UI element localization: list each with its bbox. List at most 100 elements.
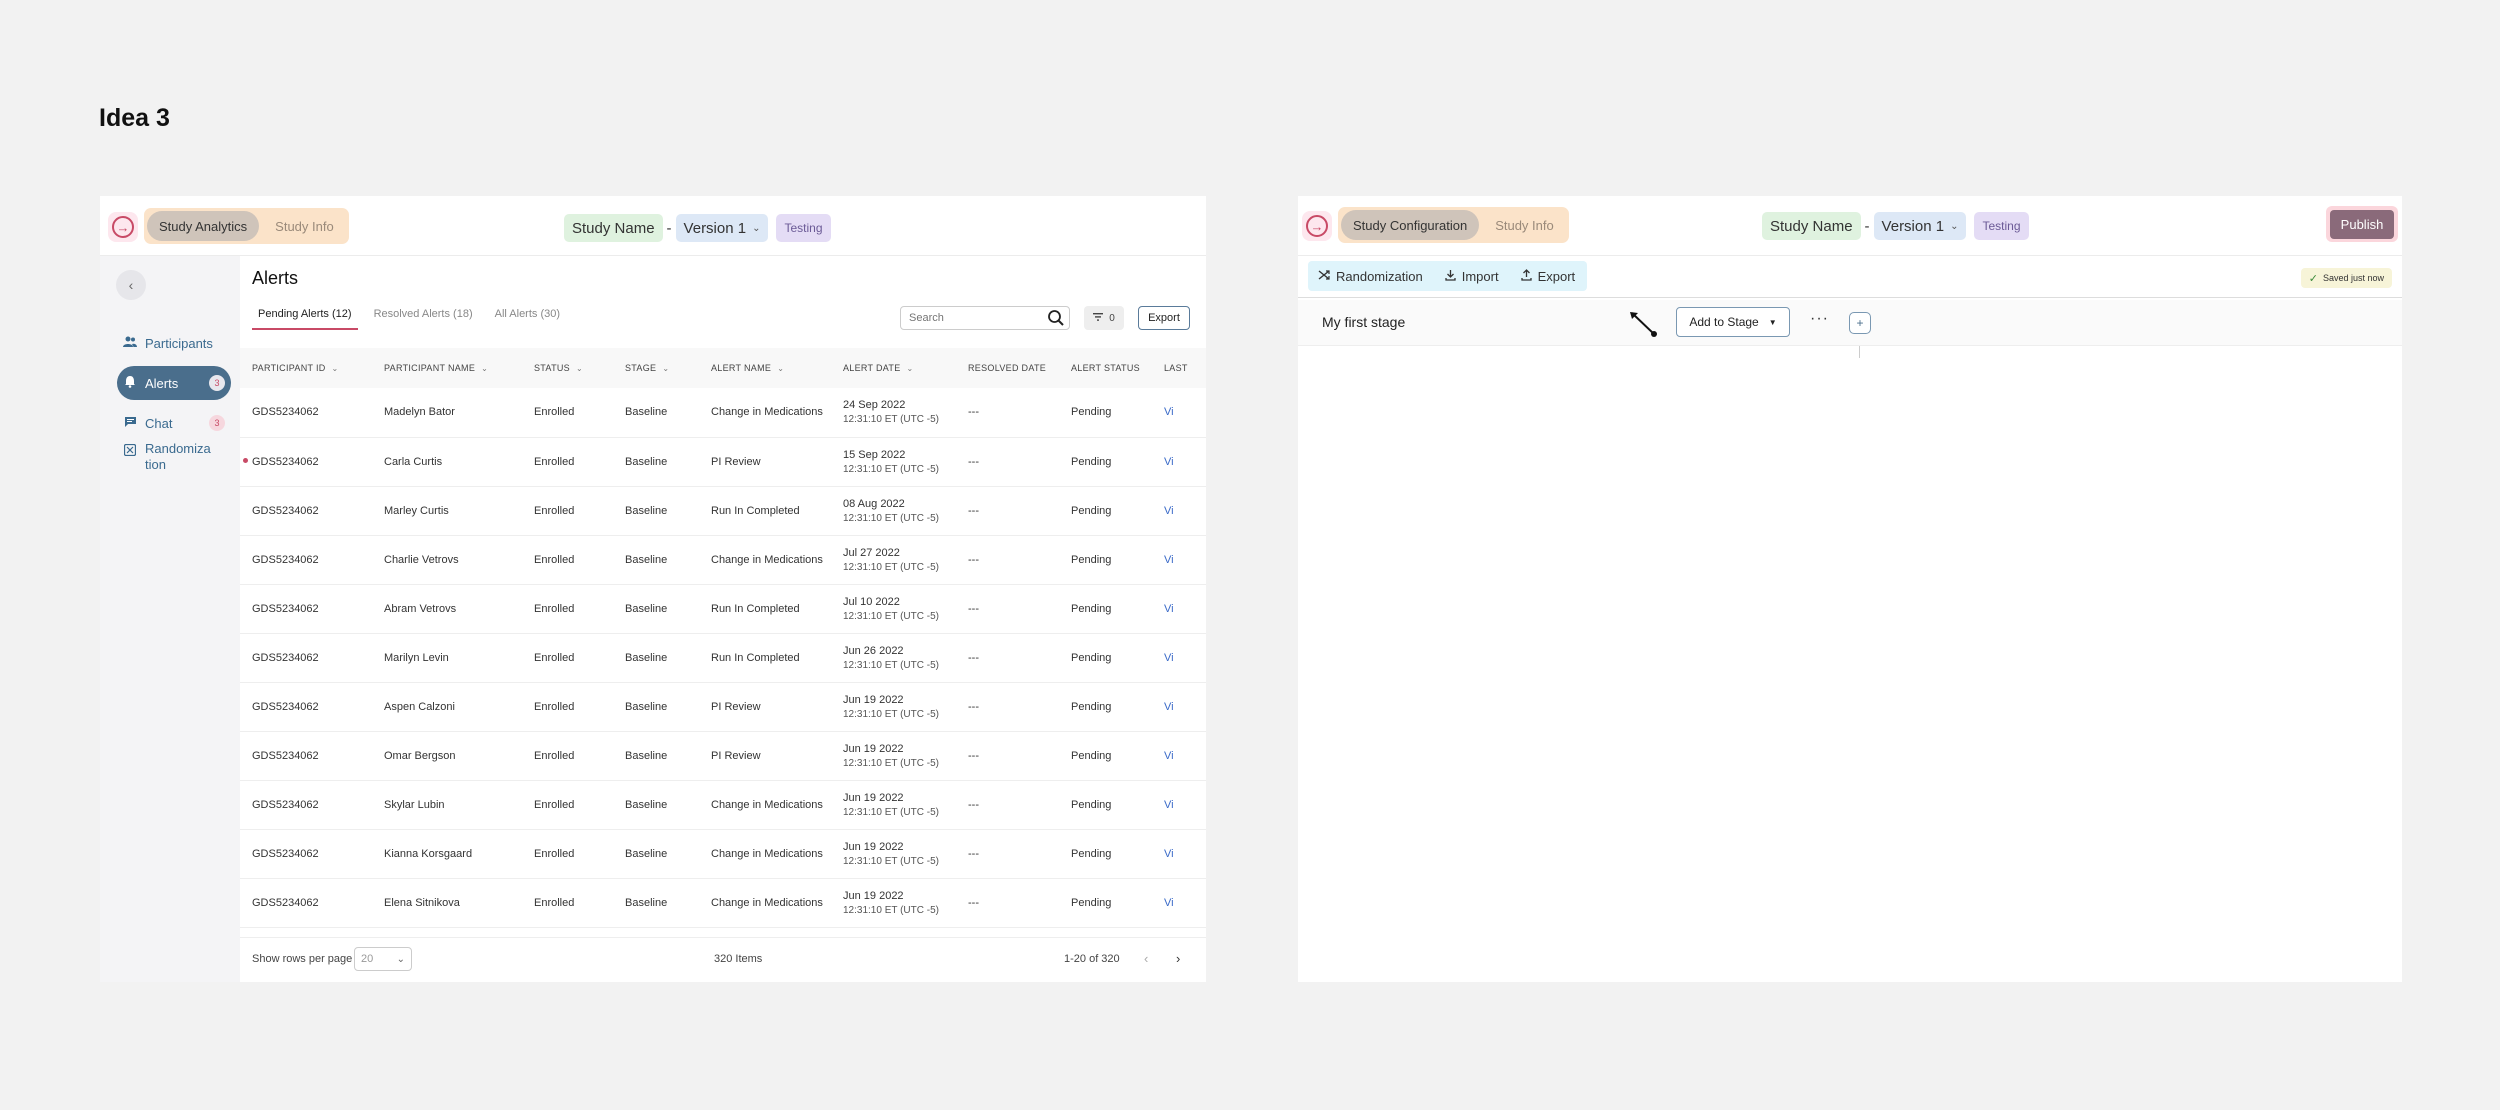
view-link[interactable]: Vi — [1152, 535, 1206, 584]
participant-id-cell: GDS5234062 — [252, 847, 319, 860]
alert-date-cell: 08 Aug 2022 12:31:10 ET (UTC -5) — [843, 497, 939, 524]
sidebar: ‹ Participants Alerts 3 Chat 3 Randomiza… — [100, 256, 240, 982]
column-header-participant-name[interactable]: PARTICIPANT NAME ⌄ — [372, 348, 522, 388]
search-input[interactable] — [909, 312, 1039, 324]
search-icon[interactable] — [1047, 309, 1065, 330]
view-link[interactable]: Vi — [1152, 878, 1206, 927]
publish-button[interactable]: Publish — [2326, 206, 2398, 242]
import-button[interactable]: Import — [1445, 269, 1499, 284]
alert-status-cell: Pending — [1071, 504, 1112, 517]
sidebar-item-alerts[interactable]: Alerts 3 — [117, 366, 231, 400]
sidebar-item-label: Participants — [145, 335, 213, 351]
view-link[interactable]: Vi — [1152, 780, 1206, 829]
version-dropdown[interactable]: Version 1 ⌄ — [675, 214, 769, 242]
toolbar-actions: Randomization Import Export — [1308, 261, 1588, 291]
study-name-chip[interactable]: Study Name — [1762, 212, 1861, 240]
alert-name-cell: Run In Completed — [711, 651, 800, 664]
participant-name-cell: Marley Curtis — [384, 504, 449, 517]
column-header-alert-name[interactable]: ALERT NAME ⌄ — [699, 348, 831, 388]
config-toolbar: Randomization Import Export ✓ Saved just… — [1298, 256, 2402, 298]
table-row[interactable]: GDS5234062 Skylar Lubin Enrolled Baseline Ch… — [240, 780, 1206, 829]
stage-name[interactable]: My first stage — [1322, 314, 1405, 330]
chevron-down-icon: ⌄ — [777, 364, 785, 373]
participant-id-cell: GDS5234062 — [252, 406, 319, 419]
alert-status-cell: Pending — [1071, 651, 1112, 664]
stage-cell: Baseline — [625, 798, 668, 811]
view-link[interactable]: Vi — [1152, 633, 1206, 682]
status-cell: Enrolled — [534, 798, 575, 811]
study-name-chip[interactable]: Study Name — [564, 214, 663, 242]
table-row[interactable]: GDS5234062 Aspen Calzoni Enrolled Baseline P… — [240, 682, 1206, 731]
filter-count: 0 — [1109, 312, 1115, 324]
top-bar: → Study Configuration Study Info Study N… — [1298, 196, 2402, 256]
column-header-participant-id[interactable]: PARTICIPANT ID ⌄ — [240, 348, 372, 388]
add-to-stage-dropdown[interactable]: Add to Stage ▼ — [1676, 307, 1790, 337]
more-options-button[interactable]: ··· — [1810, 310, 1829, 328]
table-row[interactable]: GDS5234062 Omar Bergson Enrolled Baseline PI… — [240, 731, 1206, 780]
alert-name-cell: PI Review — [711, 749, 761, 762]
column-header-status[interactable]: STATUS ⌄ — [522, 348, 613, 388]
alerts-table-container: PARTICIPANT ID ⌄ PARTICIPANT NAME ⌄ STATUS… — [240, 348, 1206, 937]
randomization-icon — [123, 441, 137, 460]
status-cell: Enrolled — [534, 896, 575, 909]
tab-study-analytics[interactable]: Study Analytics — [147, 211, 260, 241]
tab-study-info[interactable]: Study Info — [1483, 210, 1566, 240]
tab-study-info[interactable]: Study Info — [263, 211, 346, 241]
alerts-table-body: GDS5234062 Madelyn Bator Enrolled Baseline C… — [240, 388, 1206, 927]
tab-pending-alerts[interactable]: Pending Alerts (12) — [252, 308, 358, 330]
table-header-row: PARTICIPANT ID ⌄ PARTICIPANT NAME ⌄ STATUS… — [240, 348, 1206, 388]
previous-page-button[interactable]: ‹ — [1144, 951, 1148, 966]
next-page-button[interactable]: › — [1176, 951, 1180, 966]
filter-button[interactable]: 0 — [1084, 306, 1124, 330]
sidebar-item-randomization[interactable]: Randomiza tion — [117, 439, 231, 479]
rows-per-page-select[interactable]: 20 ⌄ — [354, 947, 412, 971]
export-button[interactable]: Export — [1138, 306, 1190, 330]
logo-icon[interactable]: → — [1302, 211, 1332, 241]
study-selector: Study Name - Version 1 ⌄ Testing — [564, 214, 831, 242]
alert-status-cell: Pending — [1071, 847, 1112, 860]
export-button[interactable]: Export — [1520, 268, 1576, 284]
participant-name-cell: Madelyn Bator — [384, 406, 455, 419]
randomization-button[interactable]: Randomization — [1318, 269, 1423, 284]
table-row[interactable]: GDS5234062 Charlie Vetrovs Enrolled Baselin… — [240, 535, 1206, 584]
logo-icon[interactable]: → — [108, 212, 138, 242]
export-label: Export — [1537, 268, 1576, 284]
table-row[interactable]: GDS5234062 Carla Curtis Enrolled Baseline PI… — [240, 437, 1206, 486]
participant-id-cell: GDS5234062 — [252, 700, 319, 713]
sidebar-item-chat[interactable]: Chat 3 — [117, 406, 231, 440]
table-row[interactable]: GDS5234062 Abram Vetrovs Enrolled Baseline R… — [240, 584, 1206, 633]
collapse-sidebar-button[interactable]: ‹ — [116, 270, 146, 300]
table-row[interactable]: GDS5234062 Marley Curtis Enrolled Baseline R… — [240, 486, 1206, 535]
view-link[interactable]: Vi — [1152, 486, 1206, 535]
tab-all-alerts[interactable]: All Alerts (30) — [489, 308, 566, 330]
add-stage-button[interactable]: + — [1849, 312, 1871, 334]
table-row[interactable]: GDS5234062 Elena Sitnikova Enrolled Baselin… — [240, 878, 1206, 927]
view-link[interactable]: Vi — [1152, 388, 1206, 437]
view-link[interactable]: Vi — [1152, 437, 1206, 486]
page-range: 1-20 of 320 — [1064, 953, 1120, 965]
chat-count-badge: 3 — [209, 415, 225, 431]
tab-study-configuration[interactable]: Study Configuration — [1341, 210, 1480, 240]
sidebar-item-participants[interactable]: Participants — [117, 326, 231, 360]
resolved-date-cell: --- — [968, 847, 979, 860]
resolved-date-cell: --- — [968, 602, 979, 615]
chevron-down-icon: ⌄ — [331, 364, 339, 373]
table-row[interactable]: GDS5234062 Kianna Korsgaard Enrolled Baseli… — [240, 829, 1206, 878]
view-link[interactable]: Vi — [1152, 731, 1206, 780]
tab-resolved-alerts[interactable]: Resolved Alerts (18) — [368, 308, 479, 330]
view-link[interactable]: Vi — [1152, 584, 1206, 633]
status-cell: Enrolled — [534, 504, 575, 517]
table-row[interactable]: GDS5234062 Madelyn Bator Enrolled Baseline C… — [240, 388, 1206, 437]
version-dropdown[interactable]: Version 1 ⌄ — [1873, 212, 1967, 240]
unread-dot-icon — [243, 457, 248, 463]
view-link[interactable]: Vi — [1152, 682, 1206, 731]
participants-icon — [123, 336, 137, 351]
table-row[interactable]: GDS5234062 Marilyn Levin Enrolled Baseline R… — [240, 633, 1206, 682]
participant-id-cell: GDS5234062 — [252, 504, 319, 517]
version-label: Version 1 — [1881, 217, 1945, 235]
column-header-alert-date[interactable]: ALERT DATE ⌄ — [831, 348, 956, 388]
alert-name-cell: Change in Medications — [711, 896, 823, 909]
caret-down-icon: ▼ — [1768, 317, 1777, 327]
view-link[interactable]: Vi — [1152, 829, 1206, 878]
column-header-stage[interactable]: STAGE ⌄ — [613, 348, 699, 388]
